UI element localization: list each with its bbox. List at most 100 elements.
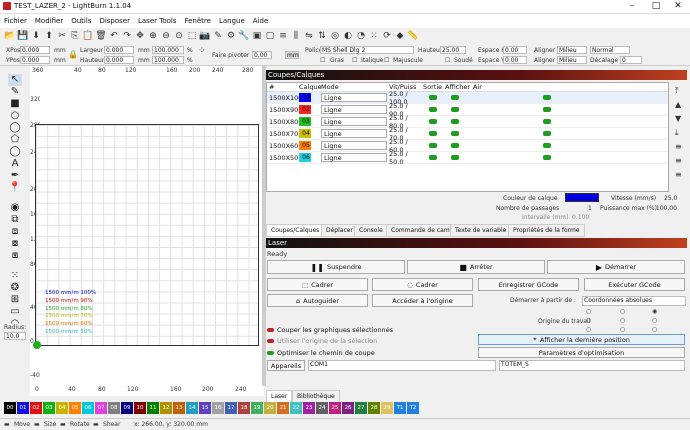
- move-top-icon[interactable]: ⤒: [675, 86, 679, 96]
- interval-value[interactable]: 0.100: [572, 214, 589, 221]
- ellipse2-tool-icon[interactable]: ◯: [8, 146, 22, 158]
- origin-radio[interactable]: ○: [586, 326, 591, 333]
- layer-swatch[interactable]: 04: [297, 129, 319, 138]
- show-cell[interactable]: [443, 95, 471, 100]
- offset-icon[interactable]: ◔: [355, 30, 367, 42]
- suspendre-button[interactable]: ❚❚ Suspendre: [267, 260, 405, 274]
- palette-swatch[interactable]: T1: [394, 402, 406, 414]
- cadrer2-button[interactable]: ◌ Cadrer: [372, 278, 473, 291]
- origin-radio[interactable]: ○: [620, 308, 625, 315]
- palette-swatch[interactable]: 13: [173, 402, 185, 414]
- origin-radio[interactable]: ○: [652, 326, 657, 333]
- group-icon[interactable]: ▣: [251, 30, 263, 42]
- circular-array-icon[interactable]: ❂: [8, 282, 22, 294]
- origin-radio[interactable]: ◉: [652, 308, 657, 315]
- italique-checkbox[interactable]: ☐: [352, 57, 357, 64]
- menu-modifier[interactable]: Modifier: [31, 14, 67, 28]
- output-toggle[interactable]: [429, 95, 437, 100]
- weld-icon[interactable]: ◎: [329, 30, 341, 42]
- mode-cell[interactable]: Ligne: [319, 105, 387, 114]
- output-cell[interactable]: [421, 143, 443, 148]
- align-icon[interactable]: ≡: [277, 30, 289, 42]
- show-toggle[interactable]: [451, 107, 459, 112]
- hauteur-field[interactable]: 0.000: [104, 56, 134, 64]
- tab-proprietes-forme[interactable]: Propriétés de la forme: [508, 224, 585, 237]
- measure-icon[interactable]: 📏: [407, 30, 419, 42]
- palette-swatch[interactable]: 02: [30, 402, 42, 414]
- palette-swatch[interactable]: 28: [368, 402, 380, 414]
- pen-tool-icon[interactable]: ✒: [8, 170, 22, 182]
- air-cell[interactable]: [471, 119, 551, 124]
- boolean-icon[interactable]: ◐: [342, 30, 354, 42]
- layer-list-icon[interactable]: ≡: [675, 142, 682, 151]
- parametres-optimisation-button[interactable]: Paramètres d'optimisation: [478, 347, 685, 358]
- palette-swatch[interactable]: 00: [4, 402, 16, 414]
- optimiser-option[interactable]: Optimiser le chemin de coupe: [267, 349, 375, 357]
- show-cell[interactable]: [443, 131, 471, 136]
- layer-swatch[interactable]: 03: [297, 117, 319, 126]
- origin-radio[interactable]: ○: [620, 326, 625, 333]
- camera-icon[interactable]: 📷: [199, 30, 211, 42]
- palette-swatch[interactable]: 07: [95, 402, 107, 414]
- palette-swatch[interactable]: 11: [147, 402, 159, 414]
- mode-select[interactable]: Ligne: [321, 117, 387, 126]
- layer-swatch[interactable]: 02: [297, 105, 319, 114]
- height-percent-field[interactable]: 100.000: [152, 56, 184, 64]
- move-up-icon[interactable]: ▲: [675, 100, 681, 109]
- rectangle-tool-icon[interactable]: ■: [8, 98, 22, 110]
- distribute-icon[interactable]: ⫼: [290, 30, 302, 42]
- mode-select[interactable]: Ligne: [321, 153, 387, 162]
- minimize-icon[interactable]: –: [620, 1, 644, 11]
- xpos-field[interactable]: 0.000: [20, 46, 50, 54]
- palette-swatch[interactable]: 09: [121, 402, 133, 414]
- cut-icon[interactable]: ✂: [56, 30, 68, 42]
- mode-cell[interactable]: Ligne: [319, 141, 387, 150]
- gras-checkbox[interactable]: ☐: [320, 57, 325, 64]
- radius-field[interactable]: 10.0: [4, 332, 26, 340]
- ellipse-tool-icon[interactable]: ○: [8, 110, 22, 122]
- palette-swatch[interactable]: 08: [108, 402, 120, 414]
- mode-cell[interactable]: Ligne: [319, 117, 387, 126]
- palette-swatch[interactable]: 25: [329, 402, 341, 414]
- majuscule-checkbox[interactable]: ☐: [384, 57, 389, 64]
- air-toggle[interactable]: [543, 155, 551, 160]
- output-cell[interactable]: [421, 155, 443, 160]
- menu-outils[interactable]: Outils: [67, 14, 95, 28]
- air-cell[interactable]: [471, 143, 551, 148]
- com-port-select[interactable]: COM1: [308, 360, 496, 371]
- output-toggle[interactable]: [429, 143, 437, 148]
- palette-swatch[interactable]: 23: [303, 402, 315, 414]
- save-icon[interactable]: 💾: [17, 30, 29, 42]
- device-select[interactable]: TOTEM_S: [499, 360, 685, 371]
- largeur-field[interactable]: 0.000: [104, 46, 134, 54]
- palette-swatch[interactable]: 14: [186, 402, 198, 414]
- mirror-v-icon[interactable]: ⇅: [316, 30, 328, 42]
- layer-row[interactable]: 1500X70 04 Ligne 25.0 / 70.0: [267, 126, 668, 142]
- air-cell[interactable]: [471, 95, 551, 100]
- boolean-union-icon[interactable]: ⧈: [8, 226, 22, 238]
- size-toggle-icon[interactable]: ▬: [34, 421, 40, 428]
- origin-radio[interactable]: ○: [586, 308, 591, 315]
- canvas-text-line[interactable]: 1500 mm/m 80%: [45, 306, 96, 314]
- air-toggle[interactable]: [543, 119, 551, 124]
- tab-console[interactable]: Console: [354, 224, 388, 237]
- menu-disposer[interactable]: Disposer: [95, 14, 134, 28]
- air-toggle[interactable]: [543, 107, 551, 112]
- palette-swatch[interactable]: 10: [134, 402, 146, 414]
- mode-select[interactable]: Ligne: [321, 129, 387, 138]
- font-height-field[interactable]: 25.00: [440, 46, 466, 54]
- air-toggle[interactable]: [543, 131, 551, 136]
- palette-swatch[interactable]: 16: [212, 402, 224, 414]
- layer-row[interactable]: 1500X100 00 Ligne 25.0 / 100.0: [267, 90, 668, 106]
- enregistrer-gcode-button[interactable]: Enregistrer GCode: [478, 278, 579, 291]
- open-icon[interactable]: 📂: [4, 30, 16, 42]
- palette-swatch[interactable]: 04: [56, 402, 68, 414]
- decalage-field[interactable]: 0: [620, 56, 642, 64]
- zoom-out-icon[interactable]: ⊖: [160, 30, 172, 42]
- show-toggle[interactable]: [451, 155, 459, 160]
- soude-checkbox[interactable]: ☐: [445, 57, 450, 64]
- air-cell[interactable]: [471, 131, 551, 136]
- layer-row[interactable]: 1500X50 06 Ligne 25.0 / 50.0: [267, 150, 668, 166]
- palette-swatch[interactable]: 15: [199, 402, 211, 414]
- palette-swatch[interactable]: 21: [277, 402, 289, 414]
